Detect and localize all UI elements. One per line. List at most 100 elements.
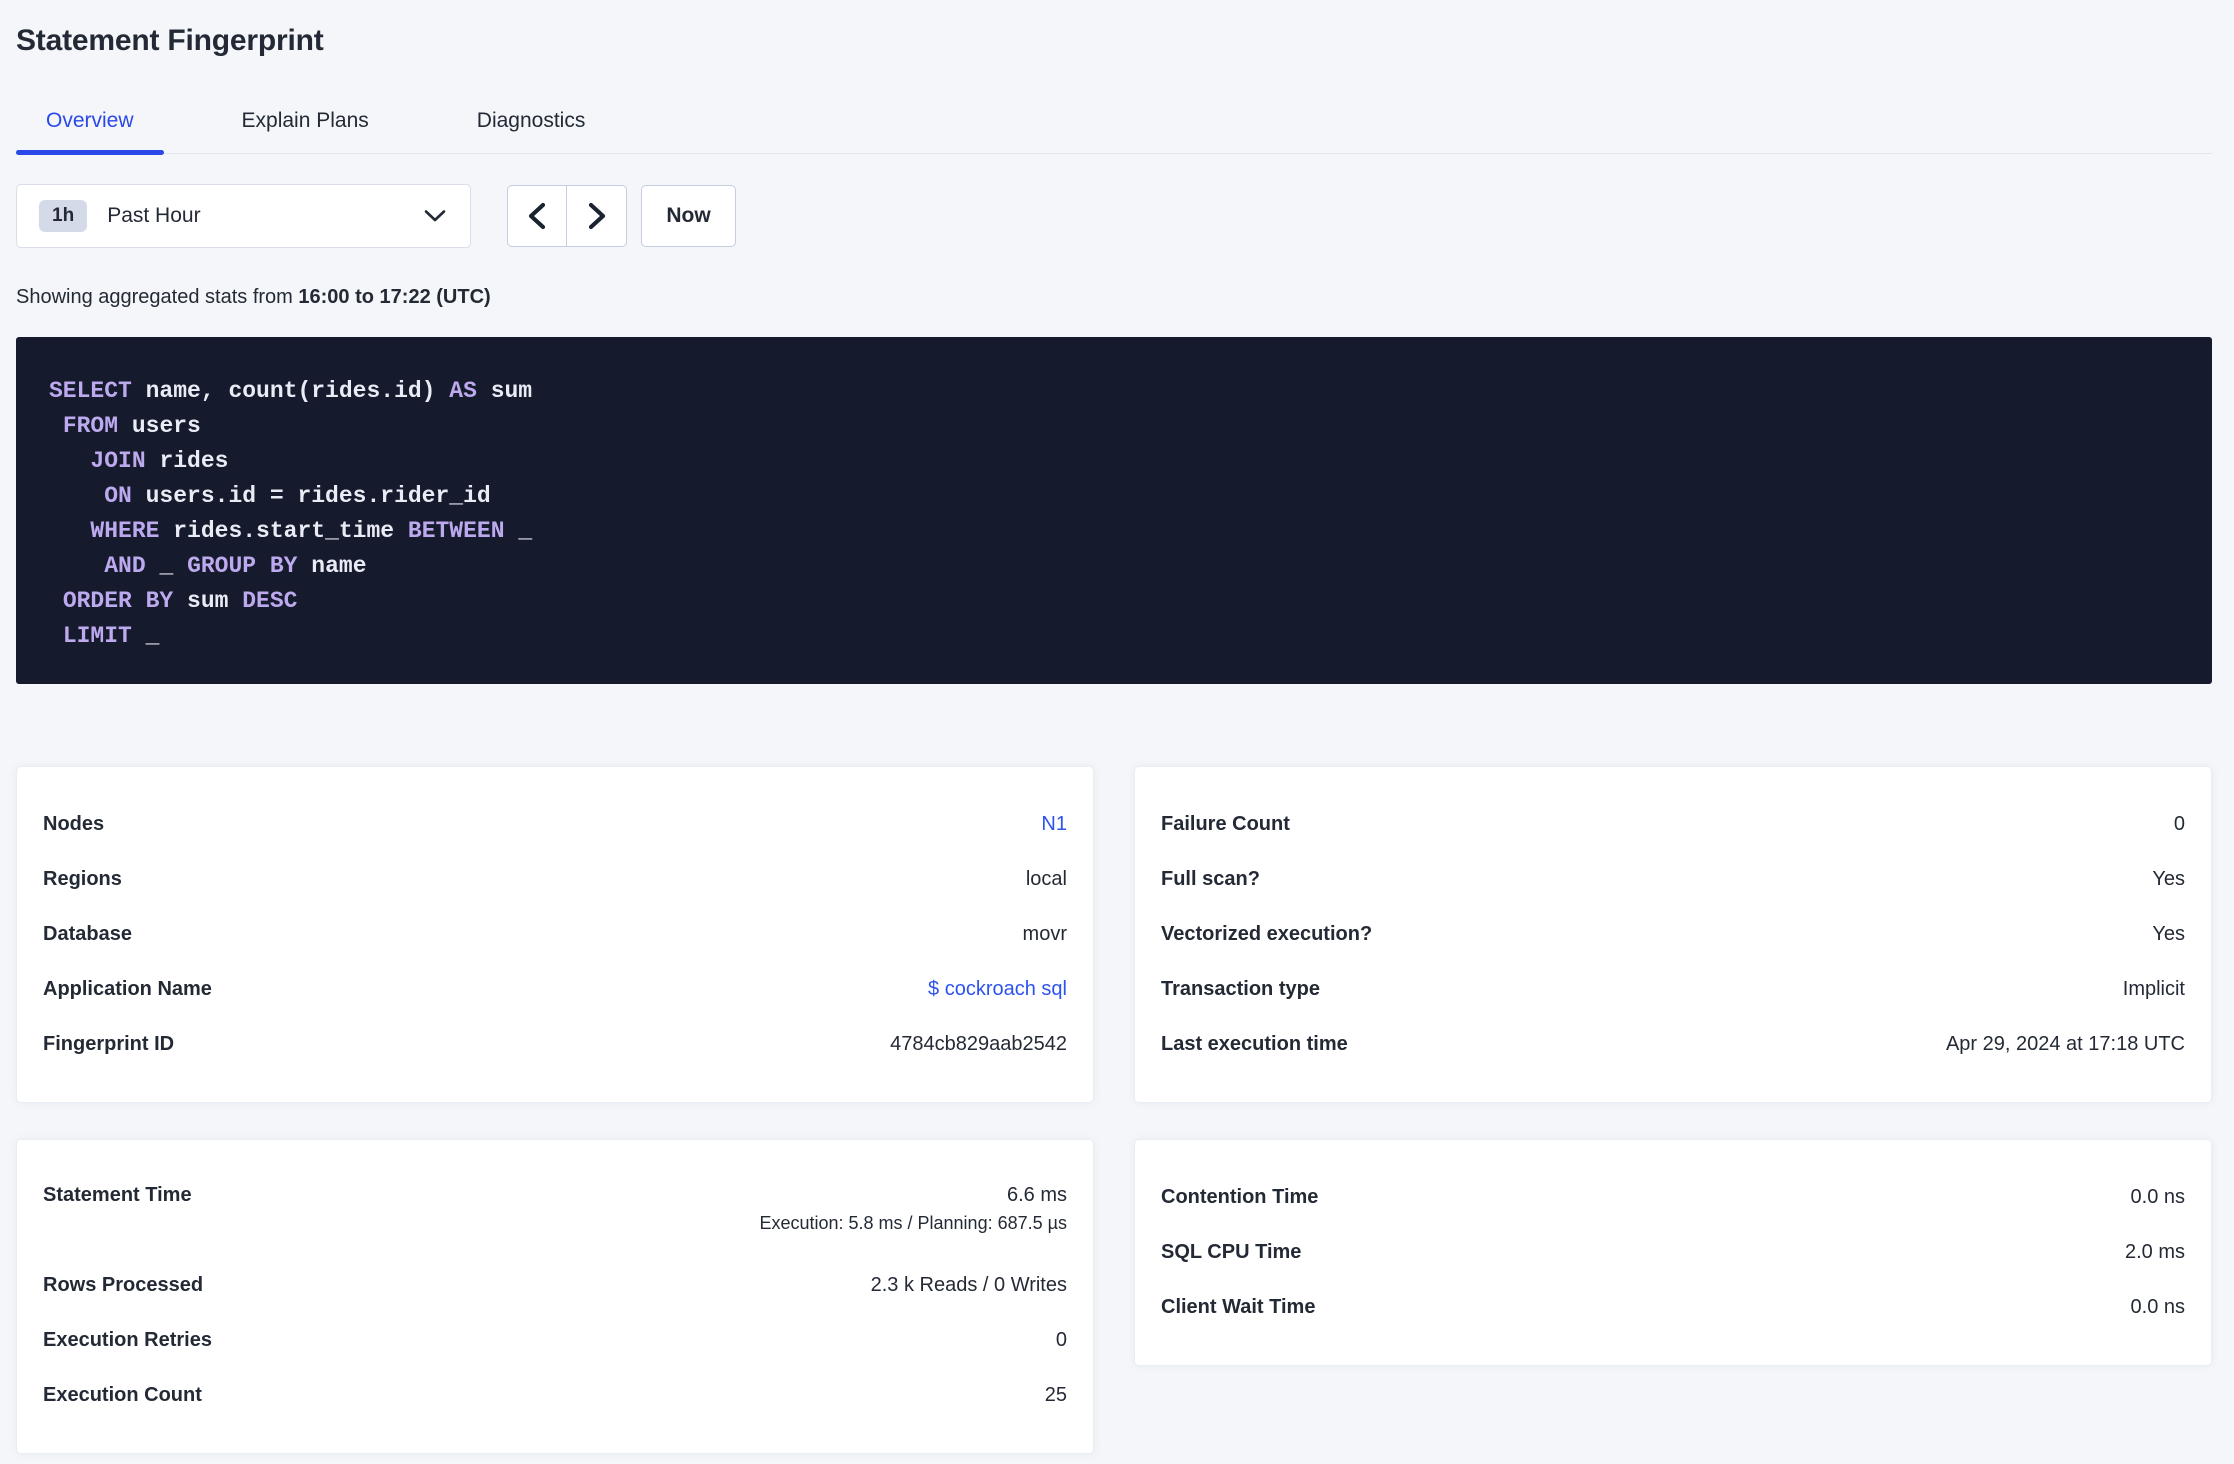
chevron-down-icon [424, 209, 446, 223]
stats-range: 16:00 to 17:22 (UTC) [298, 286, 491, 309]
rows-processed-value: 2.3 k Reads / 0 Writes [870, 1274, 1067, 1297]
row-label: SQL CPU Time [1161, 1241, 1302, 1264]
sql-text: sum [476, 378, 533, 405]
statement-fingerprint-page: Statement Fingerprint Overview Explain Pl… [0, 0, 2234, 1464]
sql-line: JOIN rides [49, 444, 2179, 479]
wait-times-card: Contention Time 0.0 ns SQL CPU Time 2.0 ms C… [1134, 1139, 2212, 1367]
row-value-group: movr [1023, 923, 1067, 946]
sql-text: _ [504, 518, 533, 545]
statement-details-card: Nodes N1 Regions local Database movr Applicati… [16, 766, 1094, 1104]
row-sql-cpu-time: SQL CPU Time 2.0 ms [1161, 1225, 2185, 1280]
sql-text: _ [131, 623, 160, 650]
sql-keyword: WHERE [90, 518, 160, 545]
sql-keyword: AND [104, 553, 146, 580]
sql-line: FROM users [49, 409, 2179, 444]
row-rows-processed: Rows Processed 2.3 k Reads / 0 Writes [43, 1258, 1067, 1313]
regions-value: local [1025, 868, 1067, 891]
row-value-group: Yes [2152, 923, 2185, 946]
row-label: Client Wait Time [1161, 1296, 1316, 1319]
time-range-badge: 1h [39, 200, 88, 233]
row-value-group: 0 [2174, 813, 2185, 836]
row-transaction-type: Transaction type Implicit [1161, 962, 2185, 1017]
failure-count-value: 0 [2173, 813, 2185, 836]
sql-keyword: BETWEEN [407, 518, 505, 545]
row-value-group: 0.0 ns [2131, 1186, 2185, 1209]
row-database: Database movr [43, 907, 1067, 962]
tab-overview[interactable]: Overview [16, 102, 164, 156]
vectorized-execution-value: Yes [2152, 923, 2185, 946]
row-value-group: $ cockroach sql [928, 978, 1067, 1001]
stats-prefix: Showing aggregated stats from [16, 286, 299, 309]
last-execution-time-value: Apr 29, 2024 at 17:18 UTC [1945, 1033, 2185, 1056]
row-value-group: 2.0 ms [2125, 1241, 2185, 1264]
prev-time-button[interactable] [508, 186, 567, 247]
sql-text: name [297, 553, 367, 580]
row-nodes: Nodes N1 [43, 797, 1067, 852]
row-label: Database [43, 923, 132, 946]
sql-keyword: DESC [242, 588, 298, 615]
client-wait-time-value: 0.0 ns [2130, 1296, 2185, 1319]
sql-text: rides [145, 448, 229, 475]
statement-times-card: Statement Time 6.6 ms Execution: 5.8 ms / … [16, 1139, 1094, 1455]
aggregated-stats-text: Showing aggregated stats from 16:00 to 1… [16, 286, 2212, 309]
time-toolbar: 1h Past Hour Now [16, 184, 2212, 249]
now-button[interactable]: Now [641, 185, 736, 248]
tab-explain-plans[interactable]: Explain Plans [212, 102, 399, 153]
contention-time-value: 0.0 ns [2130, 1186, 2185, 1209]
row-execution-count: Execution Count 25 [43, 1368, 1067, 1423]
sql-keyword: ORDER BY [62, 588, 174, 615]
sql-text: users.id = rides.rider_id [131, 483, 491, 510]
row-failure-count: Failure Count 0 [1161, 797, 2185, 852]
row-vectorized-execution: Vectorized execution? Yes [1161, 907, 2185, 962]
execution-count-value: 25 [1044, 1384, 1067, 1407]
chevron-left-icon [528, 203, 546, 230]
row-label: Application Name [43, 978, 212, 1001]
sql-keyword: JOIN [90, 448, 146, 475]
row-value-group: 6.6 ms Execution: 5.8 ms / Planning: 687.… [759, 1184, 1067, 1234]
tab-bar: Overview Explain Plans Diagnostics [16, 102, 2212, 156]
sql-keyword: ON [104, 483, 132, 510]
row-value-group: 0.0 ns [2131, 1296, 2185, 1319]
row-value-group: 2.3 k Reads / 0 Writes [871, 1274, 1067, 1297]
sql-line: ORDER BY sum DESC [49, 584, 2179, 619]
sql-line: SELECT name, count(rides.id) AS sum [49, 374, 2179, 409]
time-pager [507, 185, 627, 248]
application-name-link[interactable]: $ cockroach sql [928, 978, 1067, 1001]
time-range-label: Past Hour [107, 204, 201, 228]
sql-keyword: GROUP BY [187, 553, 298, 580]
sql-text: rides.start_time [159, 518, 408, 545]
row-application-name: Application Name $ cockroach sql [43, 962, 1067, 1017]
row-value-group: local [1026, 868, 1067, 891]
row-regions: Regions local [43, 852, 1067, 907]
row-last-execution-time: Last execution time Apr 29, 2024 at 17:18… [1161, 1017, 2185, 1072]
execution-retries-value: 0 [1055, 1329, 1067, 1352]
next-time-button[interactable] [567, 186, 626, 246]
row-label: Failure Count [1161, 813, 1290, 836]
row-client-wait-time: Client Wait Time 0.0 ns [1161, 1280, 2185, 1335]
nodes-link[interactable]: N1 [1041, 813, 1067, 836]
row-label: Full scan? [1161, 868, 1260, 891]
database-value: movr [1022, 923, 1067, 946]
full-scan-value: Yes [2152, 868, 2185, 891]
row-full-scan: Full scan? Yes [1161, 852, 2185, 907]
row-contention-time: Contention Time 0.0 ns [1161, 1170, 2185, 1225]
row-label: Execution Retries [43, 1329, 212, 1352]
row-label: Rows Processed [43, 1274, 204, 1297]
sql-text: name, count(rides.id) [131, 378, 450, 405]
sql-line: ON users.id = rides.rider_id [49, 479, 2179, 514]
tab-diagnostics[interactable]: Diagnostics [447, 102, 616, 153]
sql-keyword: AS [449, 378, 477, 405]
row-label: Transaction type [1161, 978, 1320, 1001]
row-execution-retries: Execution Retries 0 [43, 1313, 1067, 1368]
time-range-dropdown[interactable]: 1h Past Hour [16, 184, 471, 249]
row-value-group: 4784cb829aab2542 [890, 1033, 1067, 1056]
row-statement-time: Statement Time 6.6 ms Execution: 5.8 ms / … [43, 1170, 1067, 1258]
row-value-group: Implicit [2123, 978, 2185, 1001]
row-label: Nodes [43, 813, 105, 836]
statement-time-value: 6.6 ms [1006, 1184, 1067, 1207]
chevron-right-icon [588, 203, 606, 230]
